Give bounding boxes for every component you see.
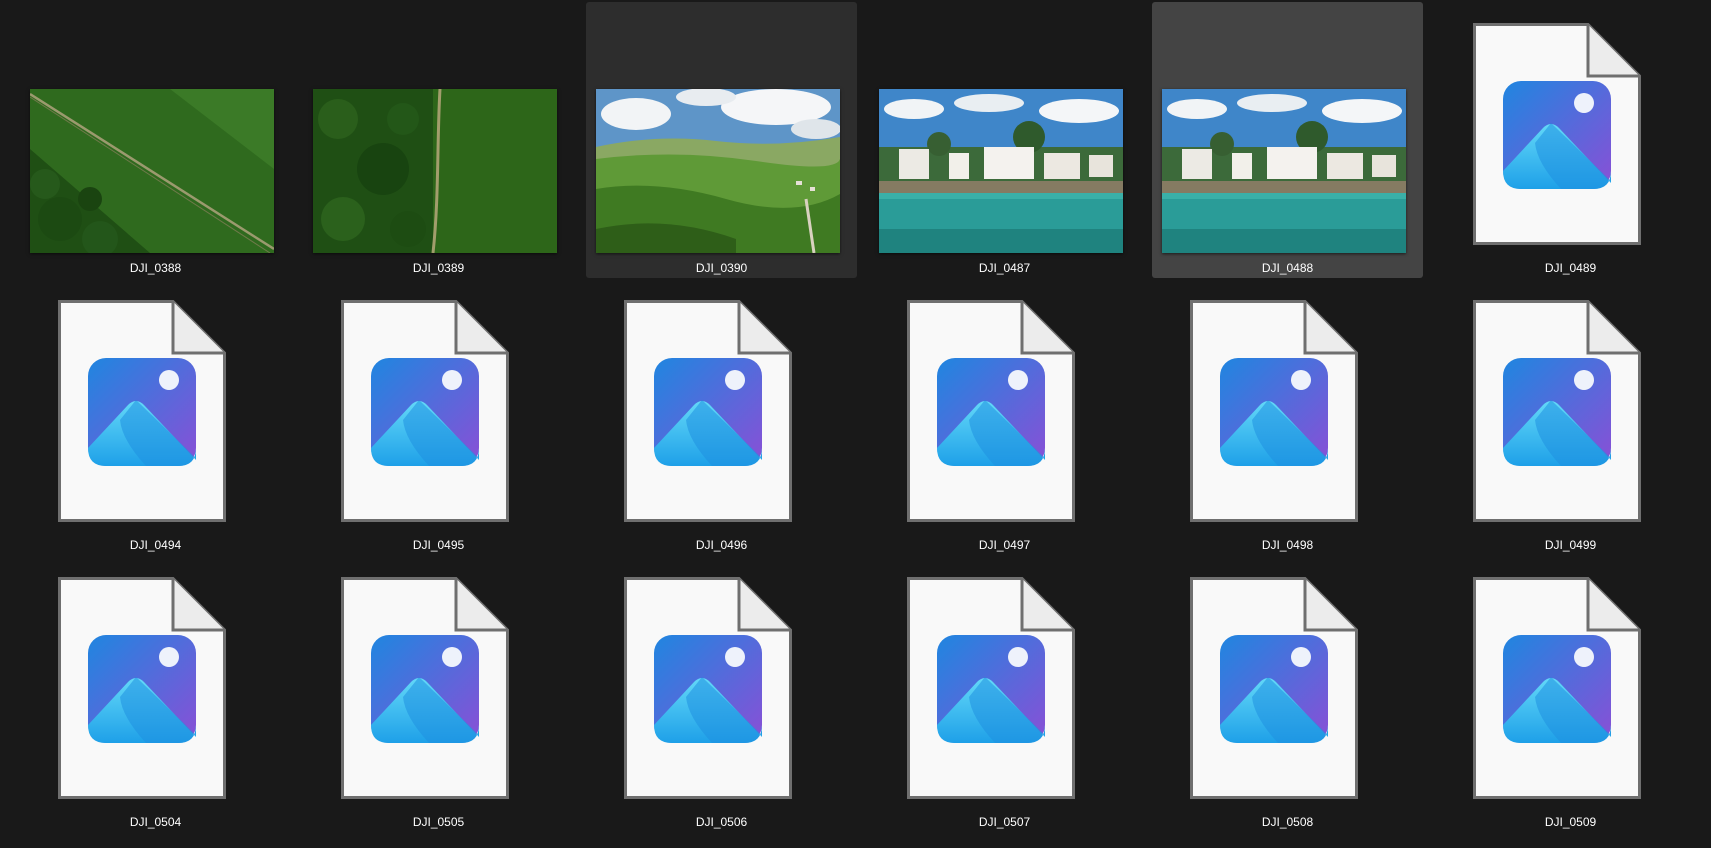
file-name-label: DJI_0504 bbox=[129, 815, 182, 829]
photo-thumbnail bbox=[596, 89, 840, 253]
image-file-icon bbox=[341, 300, 509, 522]
file-thumbnail bbox=[586, 279, 857, 535]
image-file-icon bbox=[1190, 577, 1358, 799]
image-file-icon bbox=[907, 300, 1075, 522]
image-file-icon bbox=[624, 577, 792, 799]
photo-thumbnail bbox=[313, 89, 557, 253]
image-file-icon bbox=[1473, 577, 1641, 799]
file-thumbnail bbox=[303, 556, 574, 812]
image-file-icon bbox=[1473, 23, 1641, 245]
file-thumbnail bbox=[20, 556, 291, 812]
file-name-label: DJI_0507 bbox=[978, 815, 1031, 829]
file-thumbnail bbox=[1152, 556, 1423, 812]
file-item-dji-0507[interactable]: DJI_0507 bbox=[869, 556, 1140, 832]
file-thumbnail bbox=[586, 556, 857, 812]
file-name-label: DJI_0495 bbox=[412, 538, 465, 552]
photo-thumbnail bbox=[879, 89, 1123, 253]
file-thumbnail bbox=[303, 279, 574, 535]
file-item-dji-0497[interactable]: DJI_0497 bbox=[869, 279, 1140, 555]
file-item-dji-0488[interactable]: DJI_0488 bbox=[1152, 2, 1423, 278]
file-thumbnail bbox=[869, 556, 1140, 812]
file-name-label: DJI_0499 bbox=[1544, 538, 1597, 552]
image-file-icon bbox=[624, 300, 792, 522]
file-item-dji-0505[interactable]: DJI_0505 bbox=[303, 556, 574, 832]
file-thumbnail bbox=[20, 279, 291, 535]
file-thumbnail bbox=[869, 279, 1140, 535]
image-file-icon bbox=[1473, 300, 1641, 522]
file-thumbnail bbox=[1152, 2, 1423, 258]
image-file-icon bbox=[907, 577, 1075, 799]
file-name-label: DJI_0496 bbox=[695, 538, 748, 552]
file-name-label: DJI_0497 bbox=[978, 538, 1031, 552]
file-name-label: DJI_0498 bbox=[1261, 538, 1314, 552]
file-item-dji-0495[interactable]: DJI_0495 bbox=[303, 279, 574, 555]
file-name-label: DJI_0508 bbox=[1261, 815, 1314, 829]
image-file-icon bbox=[58, 577, 226, 799]
file-name-label: DJI_0506 bbox=[695, 815, 748, 829]
photo-thumbnail bbox=[1162, 89, 1406, 253]
image-file-icon bbox=[58, 300, 226, 522]
file-item-dji-0489[interactable]: DJI_0489 bbox=[1435, 2, 1706, 278]
file-item-dji-0504[interactable]: DJI_0504 bbox=[20, 556, 291, 832]
file-grid: DJI_0388 DJI_0389 DJI_0390 DJI_0487 DJI_… bbox=[0, 0, 1711, 848]
file-name-label: DJI_0509 bbox=[1544, 815, 1597, 829]
file-item-dji-0508[interactable]: DJI_0508 bbox=[1152, 556, 1423, 832]
file-thumbnail bbox=[1435, 279, 1706, 535]
file-item-dji-0509[interactable]: DJI_0509 bbox=[1435, 556, 1706, 832]
file-item-dji-0496[interactable]: DJI_0496 bbox=[586, 279, 857, 555]
file-name-label: DJI_0489 bbox=[1544, 261, 1597, 275]
file-name-label: DJI_0390 bbox=[695, 261, 748, 275]
file-name-label: DJI_0389 bbox=[412, 261, 465, 275]
file-thumbnail bbox=[1435, 2, 1706, 258]
file-item-dji-0506[interactable]: DJI_0506 bbox=[586, 556, 857, 832]
file-item-dji-0494[interactable]: DJI_0494 bbox=[20, 279, 291, 555]
file-item-dji-0388[interactable]: DJI_0388 bbox=[20, 2, 291, 278]
file-thumbnail bbox=[303, 2, 574, 258]
file-item-dji-0498[interactable]: DJI_0498 bbox=[1152, 279, 1423, 555]
file-name-label: DJI_0488 bbox=[1261, 261, 1314, 275]
file-thumbnail bbox=[586, 2, 857, 258]
file-thumbnail bbox=[869, 2, 1140, 258]
file-name-label: DJI_0487 bbox=[978, 261, 1031, 275]
file-thumbnail bbox=[1152, 279, 1423, 535]
file-item-dji-0389[interactable]: DJI_0389 bbox=[303, 2, 574, 278]
file-name-label: DJI_0505 bbox=[412, 815, 465, 829]
file-name-label: DJI_0494 bbox=[129, 538, 182, 552]
photo-thumbnail bbox=[30, 89, 274, 253]
image-file-icon bbox=[1190, 300, 1358, 522]
file-item-dji-0499[interactable]: DJI_0499 bbox=[1435, 279, 1706, 555]
file-item-dji-0390[interactable]: DJI_0390 bbox=[586, 2, 857, 278]
file-thumbnail bbox=[20, 2, 291, 258]
file-name-label: DJI_0388 bbox=[129, 261, 182, 275]
image-file-icon bbox=[341, 577, 509, 799]
file-item-dji-0487[interactable]: DJI_0487 bbox=[869, 2, 1140, 278]
file-thumbnail bbox=[1435, 556, 1706, 812]
